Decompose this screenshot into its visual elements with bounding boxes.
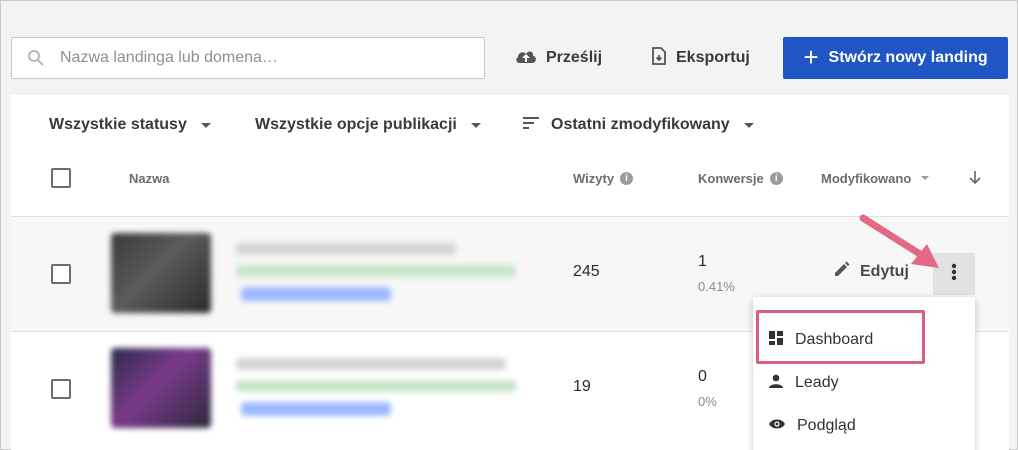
row-checkbox[interactable] [51, 379, 71, 399]
plus-icon: + [803, 42, 819, 72]
column-name-header: Nazwa [129, 168, 169, 188]
landing-thumbnail [111, 348, 211, 428]
filters-bar: Wszystkie statusy Wszystkie opcje publik… [11, 95, 1009, 155]
menu-item-preview[interactable]: Podgląd [753, 411, 975, 441]
column-visits-header: Wizyty i [573, 168, 634, 188]
status-filter-label: Wszystkie statusy [49, 116, 187, 133]
upload-label: Prześlij [546, 49, 603, 66]
conversions-value: 0 [698, 368, 707, 385]
conversion-rate: 0.41% [698, 279, 735, 294]
column-modified-header[interactable]: Modyfikowano [821, 168, 930, 188]
more-vertical-icon [951, 263, 957, 286]
info-icon[interactable]: i [620, 171, 634, 185]
menu-item-leads[interactable]: Leady [753, 368, 975, 398]
column-visits-label: Wizyty [573, 170, 615, 186]
landing-thumbnail [111, 233, 211, 313]
chevron-down-icon [470, 122, 481, 128]
menu-item-label: Dashboard [795, 331, 874, 348]
select-all-checkbox[interactable] [51, 168, 71, 188]
create-landing-button[interactable]: + Stwórz nowy landing [783, 37, 1008, 79]
sort-filter[interactable]: Ostatni zmodyfikowany [523, 115, 754, 135]
chevron-down-icon [921, 176, 930, 180]
menu-item-label: Leady [795, 374, 839, 391]
column-name-label: Nazwa [129, 170, 170, 186]
person-icon [769, 374, 795, 393]
app-frame: Prześlij Eksportuj + Stwórz nowy landing… [0, 0, 1018, 450]
landing-domain-blurred [236, 265, 516, 277]
row-checkbox[interactable] [51, 264, 71, 284]
column-modified-label: Modyfikowano [821, 170, 912, 186]
status-filter[interactable]: Wszystkie statusy [49, 115, 211, 135]
cloud-upload-icon [515, 48, 546, 69]
chevron-down-icon [743, 122, 754, 128]
menu-item-label: Podgląd [797, 417, 856, 434]
create-landing-label: Stwórz nowy landing [828, 49, 988, 66]
upload-button[interactable]: Prześlij [515, 37, 602, 79]
sort-filter-label: Ostatni zmodyfikowany [551, 116, 730, 133]
landing-title-blurred [236, 243, 456, 255]
export-label: Eksportuj [676, 49, 750, 66]
landing-tag-blurred [241, 287, 391, 301]
column-conversions-label: Konwersje [698, 170, 764, 186]
export-button[interactable]: Eksportuj [651, 37, 750, 79]
landing-domain-blurred [236, 380, 516, 392]
landing-title-blurred [236, 358, 506, 370]
sort-direction-arrow-icon[interactable] [969, 168, 981, 188]
conversion-rate: 0% [698, 394, 717, 409]
column-conversions-header: Konwersje i [698, 168, 783, 188]
landing-tag-blurred [241, 402, 391, 416]
sort-icon [523, 116, 539, 134]
export-file-icon [651, 46, 676, 70]
search-icon [12, 49, 60, 67]
search-input[interactable] [60, 49, 460, 67]
menu-item-dashboard[interactable]: Dashboard [753, 325, 975, 355]
annotation-arrow-icon [859, 214, 939, 268]
search-box[interactable] [11, 37, 485, 79]
eye-icon [769, 417, 797, 435]
chevron-down-icon [200, 122, 211, 128]
info-icon[interactable]: i [769, 171, 783, 185]
visits-value: 245 [573, 263, 600, 280]
publication-filter[interactable]: Wszystkie opcje publikacji [255, 115, 481, 135]
dashboard-icon [769, 330, 795, 350]
row-context-menu: Dashboard Leady Podgląd [753, 297, 975, 450]
visits-value: 19 [573, 378, 591, 395]
publication-filter-label: Wszystkie opcje publikacji [255, 116, 457, 133]
conversions-value: 1 [698, 253, 707, 270]
